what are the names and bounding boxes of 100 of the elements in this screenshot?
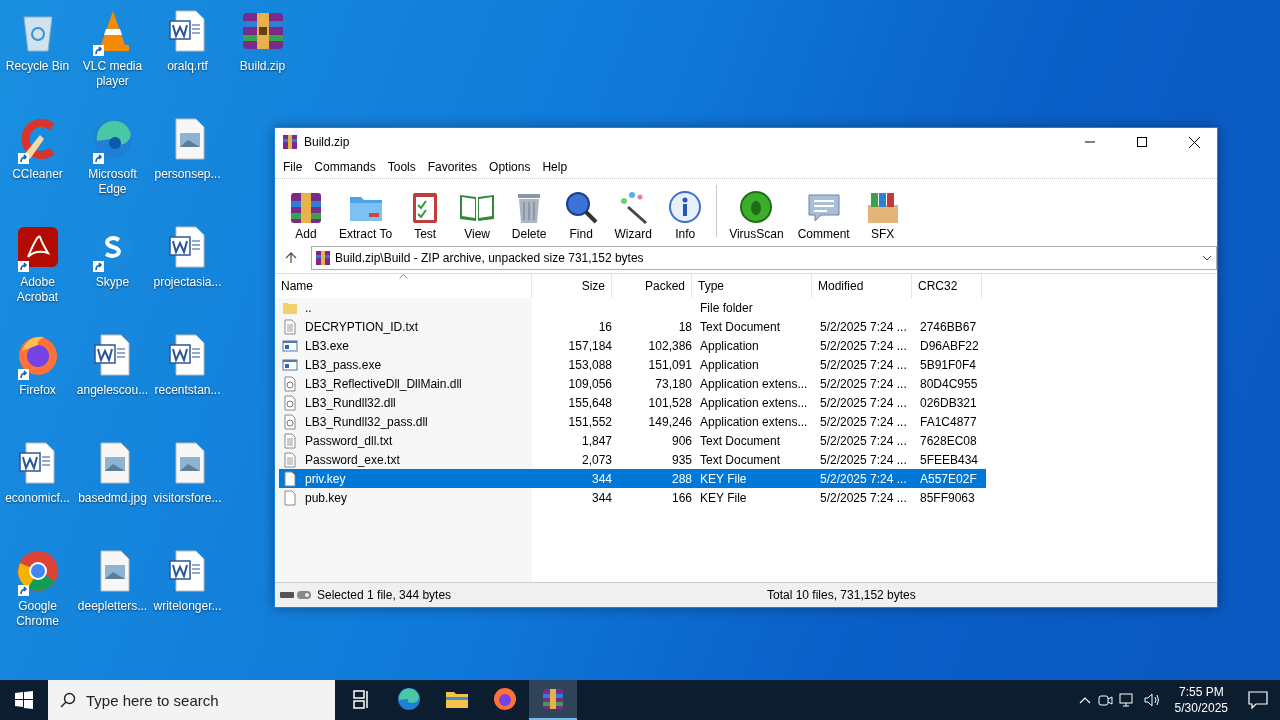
desktop-icon-label[interactable]: CCleaner bbox=[0, 167, 75, 182]
menu-item[interactable]: Help bbox=[536, 160, 574, 174]
volume-icon[interactable] bbox=[1142, 692, 1161, 708]
desktop-icon-label[interactable]: Skype bbox=[75, 275, 150, 290]
table-cell-text: KEY File bbox=[699, 470, 748, 488]
shortcut-arrow-icon bbox=[92, 153, 104, 164]
table-cell-text: 157,184 bbox=[567, 337, 613, 355]
file-row[interactable]: LB3.exe 157,184 102,386 Application 5/2/2025 7:24 ... D96ABF22 bbox=[279, 336, 986, 355]
desktop-icon-label[interactable]: personsep... bbox=[150, 167, 225, 182]
file-name: DECRYPTION_ID.txt bbox=[304, 319, 420, 334]
toolbar-button[interactable]: Test bbox=[400, 189, 451, 241]
desktop-icon-label[interactable]: Google Chrome bbox=[0, 599, 75, 629]
exe-file-icon bbox=[282, 356, 298, 373]
table-cell-text: 80D4C955 bbox=[919, 375, 979, 393]
toolbar-button[interactable]: VirusScan bbox=[723, 189, 790, 241]
table-cell-text: 5/2/2025 7:24 ... bbox=[819, 356, 908, 374]
desktop-icon-label[interactable]: Adobe Acrobat bbox=[0, 275, 75, 305]
table-cell-text: Application bbox=[699, 356, 760, 374]
table-cell-text: 5/2/2025 7:24 ... bbox=[819, 489, 908, 507]
column-header[interactable]: Modified bbox=[812, 274, 912, 298]
toolbar-button[interactable]: Extract To bbox=[333, 189, 399, 241]
table-cell-text: Application bbox=[699, 337, 760, 355]
table-cell-text: 155,648 bbox=[567, 394, 613, 412]
file-name: LB3_pass.exe bbox=[304, 357, 383, 372]
column-header[interactable]: Packed bbox=[612, 274, 692, 298]
file-row[interactable]: .. File folder bbox=[279, 298, 986, 317]
shortcut-arrow-icon bbox=[17, 153, 29, 164]
file-row[interactable]: pub.key 344 166 KEY File 5/2/2025 7:24 ... 85FF9063 bbox=[279, 488, 986, 507]
toolbar-button[interactable]: Add bbox=[281, 189, 331, 241]
notification-icon[interactable] bbox=[1248, 691, 1268, 709]
chevron-up-icon[interactable] bbox=[1078, 696, 1091, 704]
file-row[interactable]: Password_exe.txt 2,073 935 Text Document 5/2/2025 7:24 ... 5FEEB434 bbox=[279, 450, 986, 469]
taskbar-app[interactable] bbox=[529, 680, 577, 720]
file-row[interactable]: LB3_Rundll32_pass.dll 151,552 149,246 Application extens... 5/2/2025 7:24 ... FA1C4877 bbox=[279, 412, 986, 431]
file-row[interactable]: LB3_ReflectiveDll_DllMain.dll 109,056 73,180 Application extens... 5/2/2025 7:24 ... 80D4C955 bbox=[279, 374, 986, 393]
toolbar-button[interactable]: Comment bbox=[791, 189, 856, 241]
file-row[interactable]: LB3_pass.exe 153,088 151,091 Application 5/2/2025 7:24 ... 5B91F0F4 bbox=[279, 355, 986, 374]
desktop-icon-label[interactable]: Microsoft Edge bbox=[75, 167, 150, 197]
toolbar-button[interactable]: SFX bbox=[857, 189, 908, 241]
toolbar-button[interactable]: Info bbox=[660, 189, 711, 241]
up-arrow-icon[interactable] bbox=[285, 252, 297, 264]
table-cell-text: KEY File bbox=[699, 489, 748, 507]
column-header[interactable]: Type bbox=[692, 274, 812, 298]
desktop-icon-label[interactable]: economicf... bbox=[0, 491, 75, 506]
desktop-icon-label[interactable]: oralq.rtf bbox=[150, 59, 225, 74]
table-cell-text: 344 bbox=[590, 489, 613, 507]
column-header[interactable]: Size bbox=[532, 274, 612, 298]
toolbar-button[interactable]: Find bbox=[556, 189, 607, 241]
file-row[interactable]: LB3_Rundll32.dll 155,648 101,528 Application extens... 5/2/2025 7:24 ... 026DB321 bbox=[279, 393, 986, 412]
maximize-icon bbox=[1137, 137, 1147, 147]
desktop-icon-label[interactable]: angelescou... bbox=[75, 383, 150, 398]
desktop-icon-label[interactable]: Build.zip bbox=[225, 59, 300, 74]
address-field[interactable]: Build.zip\Build - ZIP archive, unpacked size 731,152 bytes bbox=[311, 246, 1217, 270]
clock-time[interactable]: 7:55 PM bbox=[1178, 684, 1224, 700]
menu-item[interactable]: Tools bbox=[381, 160, 422, 174]
camera-icon[interactable] bbox=[1096, 692, 1113, 708]
table-cell-text: 18 bbox=[677, 318, 693, 336]
file-row[interactable]: priv.key 344 288 KEY File 5/2/2025 7:24 ... A557E02F bbox=[279, 469, 986, 488]
file-name: Password_exe.txt bbox=[304, 452, 401, 467]
column-header[interactable]: Name bbox=[275, 274, 532, 298]
file-name: .. bbox=[304, 300, 313, 315]
table-cell-text: 109,056 bbox=[567, 375, 613, 393]
toolbar-button[interactable]: Delete bbox=[504, 189, 555, 241]
toolbar-button[interactable]: Wizard bbox=[608, 189, 659, 241]
menu-item[interactable]: Favorites bbox=[421, 160, 484, 174]
clock-date[interactable]: 5/30/2025 bbox=[1174, 700, 1228, 716]
dll-file-icon bbox=[282, 375, 298, 392]
shortcut-arrow-icon bbox=[17, 585, 29, 596]
table-cell-text: D96ABF22 bbox=[919, 337, 980, 355]
file-name: LB3.exe bbox=[304, 338, 351, 353]
menu-item[interactable]: Options bbox=[483, 160, 537, 174]
file-name: LB3_Rundll32.dll bbox=[304, 395, 397, 410]
desktop-icon-label[interactable]: deepletters... bbox=[75, 599, 150, 614]
desktop-icon-label[interactable]: VLC media player bbox=[75, 59, 150, 89]
column-header[interactable]: CRC32 bbox=[912, 274, 982, 298]
file-row[interactable]: Password_dll.txt 1,847 906 Text Document 5/2/2025 7:24 ... 7628EC08 bbox=[279, 431, 986, 450]
desktop-icon-label[interactable]: visitorsfore... bbox=[150, 491, 225, 506]
table-cell-text: Text Document bbox=[699, 318, 782, 336]
dll-file-icon bbox=[282, 413, 298, 430]
edge-icon bbox=[396, 686, 422, 712]
desktop-icon-label[interactable]: projectasia... bbox=[150, 275, 225, 290]
desktop-icon-label[interactable]: basedmd.jpg bbox=[75, 491, 150, 506]
toolbar-button[interactable]: View bbox=[452, 189, 503, 241]
desktop-icon-label[interactable]: Firefox bbox=[0, 383, 75, 398]
desktop-icon-label[interactable]: Recycle Bin bbox=[0, 59, 75, 74]
table-cell-text: Application extens... bbox=[699, 375, 809, 393]
table-cell-text: 5B91F0F4 bbox=[919, 356, 978, 374]
search-field[interactable]: Type here to search bbox=[48, 680, 335, 720]
desktop-icon-label[interactable]: recentstan... bbox=[150, 383, 225, 398]
desktop-icon-label[interactable]: writelonger... bbox=[150, 599, 225, 614]
table-cell-text: 166 bbox=[670, 489, 693, 507]
table-cell-text: 102,386 bbox=[647, 337, 693, 355]
file-row[interactable]: DECRYPTION_ID.txt 16 18 Text Document 5/2/2025 7:24 ... 2746BB67 bbox=[279, 317, 986, 336]
table-cell-text: 85FF9063 bbox=[919, 489, 976, 507]
table-cell-text: 5/2/2025 7:24 ... bbox=[819, 375, 908, 393]
menu-item[interactable]: File bbox=[277, 160, 309, 174]
table-cell-text: 151,552 bbox=[567, 413, 613, 431]
menu-item[interactable]: Commands bbox=[308, 160, 382, 174]
table-cell-text: 2746BB67 bbox=[919, 318, 978, 336]
shortcut-arrow-icon bbox=[92, 45, 104, 56]
